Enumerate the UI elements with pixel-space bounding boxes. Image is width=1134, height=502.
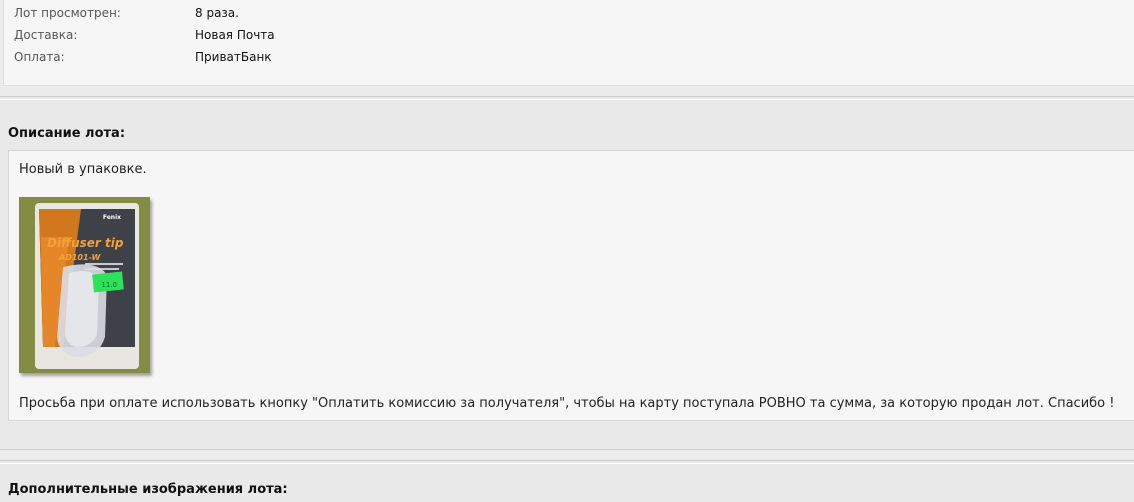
- price-tag-text: 11.0: [101, 281, 117, 289]
- package-model: AD101-W: [58, 253, 101, 262]
- package-product-name: Diffuser tip: [47, 236, 124, 250]
- payment-label: Оплата:: [14, 50, 65, 64]
- lot-info-panel: Лот просмотрен: 8 раза. Доставка: Новая …: [3, 0, 1134, 86]
- description-intro: Новый в упаковке.: [19, 162, 147, 177]
- additional-images-title: Дополнительные изображения лота:: [8, 482, 288, 497]
- product-image[interactable]: Fenix Diffuser tip AD101-W 11.0: [19, 197, 150, 373]
- description-content: Новый в упаковке. Fenix Diffuser tip AD1…: [8, 150, 1134, 421]
- payment-note: Просьба при оплате использовать кнопку "…: [19, 396, 1115, 411]
- lot-views-label: Лот просмотрен:: [14, 6, 121, 20]
- description-title: Описание лота:: [8, 126, 126, 141]
- package-brand: Fenix: [103, 214, 121, 221]
- additional-images-section: Дополнительные изображения лота:: [0, 460, 1134, 502]
- payment-value: ПриватБанк: [195, 50, 272, 64]
- delivery-label: Доставка:: [14, 28, 78, 42]
- product-photo: Fenix Diffuser tip AD101-W 11.0: [19, 197, 150, 373]
- delivery-value: Новая Почта: [195, 28, 275, 42]
- lot-views-value: 8 раза.: [195, 6, 239, 20]
